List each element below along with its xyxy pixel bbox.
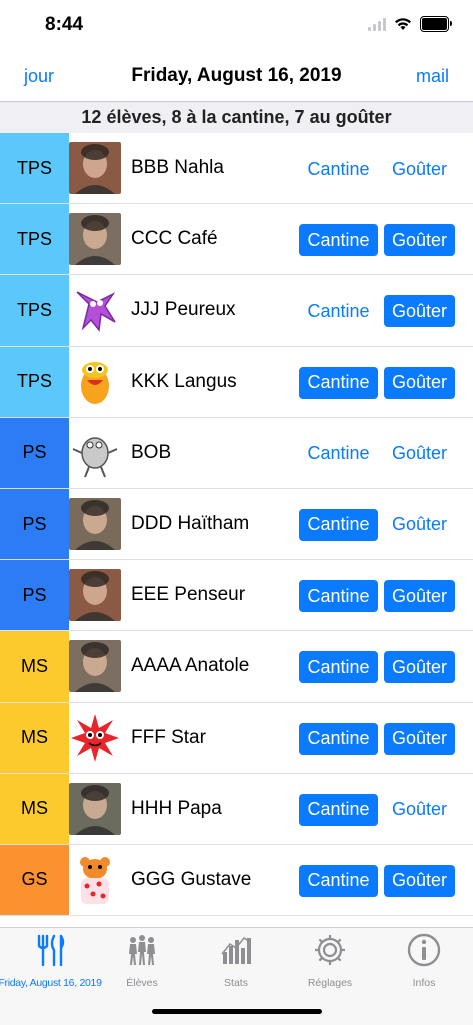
cantine-toggle[interactable]: Cantine: [299, 438, 378, 470]
tab-label: Friday, August 16, 2019: [0, 977, 102, 989]
gouter-toggle[interactable]: Goûter: [384, 438, 455, 470]
student-row[interactable]: PS EEE Penseur Cantine Goûter: [0, 560, 473, 632]
student-row[interactable]: TPS BBB Nahla Cantine Goûter: [0, 133, 473, 205]
level-badge: TPS: [0, 133, 69, 204]
level-badge: MS: [0, 631, 69, 702]
cantine-toggle[interactable]: Cantine: [299, 864, 378, 897]
gear-icon: [312, 932, 348, 973]
photo-icon: [69, 640, 121, 693]
photo-icon: [69, 497, 121, 550]
student-row[interactable]: MS AAAA Anatole Cantine Goûter: [0, 631, 473, 703]
photo-icon: [69, 213, 121, 266]
level-badge: PS: [0, 488, 69, 560]
tab-label: Infos: [412, 977, 436, 989]
student-name: GGG Gustave: [131, 868, 252, 890]
wifi-icon: [395, 18, 411, 30]
level-badge: TPS: [0, 204, 69, 275]
jour-button[interactable]: jour: [24, 66, 54, 87]
orange-monster-icon: [69, 356, 121, 408]
student-name: CCC Café: [131, 228, 218, 250]
photo-icon: [69, 142, 121, 194]
tab-today[interactable]: Friday, August 16, 2019: [0, 932, 102, 990]
tab-label: Réglages: [307, 977, 353, 989]
level-badge: MS: [0, 773, 69, 844]
status-bar: 8:44: [0, 0, 473, 50]
cantine-toggle[interactable]: Cantine: [299, 224, 378, 257]
cantine-toggle[interactable]: Cantine: [299, 153, 378, 185]
fork-knife-icon: [32, 932, 68, 973]
cantine-toggle[interactable]: Cantine: [299, 651, 378, 684]
tab-infos[interactable]: Infos: [377, 932, 471, 990]
gouter-toggle[interactable]: Goûter: [384, 224, 455, 257]
student-name: AAAA Anatole: [131, 655, 250, 677]
gouter-toggle[interactable]: Goûter: [384, 794, 455, 826]
level-badge: MS: [0, 702, 69, 773]
bar-chart-icon: [218, 932, 254, 973]
summary-header: 12 élèves, 8 à la cantine, 7 au goûter: [0, 102, 473, 133]
bear-icon: [69, 854, 121, 906]
status-icons: [368, 16, 452, 32]
photo-icon: [69, 569, 121, 622]
signal-icon: [368, 17, 386, 31]
purple-monster-icon: [69, 284, 121, 336]
level-badge: GS: [0, 844, 69, 916]
student-name: EEE Penseur: [131, 584, 246, 606]
student-name: JJJ Peureux: [131, 299, 236, 321]
student-name: DDD Haïtham: [131, 513, 250, 535]
cantine-toggle[interactable]: Cantine: [299, 295, 378, 327]
student-name: BBB Nahla: [131, 157, 224, 179]
status-time: 8:44: [45, 14, 84, 35]
gouter-toggle[interactable]: Goûter: [384, 153, 455, 185]
tab-label: Stats: [224, 977, 248, 989]
cantine-toggle[interactable]: Cantine: [299, 580, 378, 613]
student-row[interactable]: PS DDD Haïtham Cantine Goûter: [0, 488, 473, 561]
level-badge: TPS: [0, 346, 69, 417]
level-badge: PS: [0, 560, 69, 631]
cantine-toggle[interactable]: Cantine: [299, 508, 378, 541]
student-row[interactable]: PS BOB Cantine Goûter: [0, 417, 473, 489]
info-icon: [406, 932, 442, 973]
student-row[interactable]: MS FFF Star Cantine Goûter: [0, 702, 473, 774]
student-row[interactable]: TPS CCC Café Cantine Goûter: [0, 204, 473, 276]
student-row[interactable]: TPS JJJ Peureux Cantine Goûter: [0, 275, 473, 347]
red-star-icon: [69, 712, 121, 764]
student-name: BOB: [131, 441, 172, 463]
cantine-toggle[interactable]: Cantine: [299, 366, 378, 399]
gouter-toggle[interactable]: Goûter: [384, 722, 455, 755]
student-name: HHH Papa: [131, 797, 222, 819]
home-indicator: [152, 1009, 322, 1014]
tab-label: Élèves: [126, 977, 158, 989]
gouter-toggle[interactable]: Goûter: [384, 651, 455, 684]
gouter-toggle[interactable]: Goûter: [384, 366, 455, 399]
cantine-toggle[interactable]: Cantine: [299, 722, 378, 755]
cantine-toggle[interactable]: Cantine: [299, 793, 378, 826]
level-badge: TPS: [0, 275, 69, 346]
page-title: Friday, August 16, 2019: [131, 65, 342, 86]
level-badge: PS: [0, 417, 69, 488]
student-row[interactable]: GS GGG Gustave Cantine Goûter: [0, 844, 473, 917]
gray-monster-icon: [69, 427, 121, 479]
student-row[interactable]: MS HHH Papa Cantine Goûter: [0, 773, 473, 845]
mail-button[interactable]: mail: [416, 66, 449, 87]
student-name: FFF Star: [131, 726, 206, 748]
people-icon: [124, 932, 160, 973]
student-list[interactable]: TPS BBB Nahla Cantine Goûter TPS CCC Café Cant…: [0, 133, 473, 927]
tab-rglages[interactable]: Réglages: [283, 932, 377, 990]
student-name: KKK Langus: [131, 370, 237, 392]
battery-icon: [420, 16, 452, 32]
tab-lves[interactable]: Élèves: [95, 932, 189, 990]
gouter-toggle[interactable]: Goûter: [384, 580, 455, 613]
student-row[interactable]: TPS KKK Langus Cantine Goûter: [0, 346, 473, 418]
gouter-toggle[interactable]: Goûter: [384, 509, 455, 541]
tab-stats[interactable]: Stats: [189, 932, 283, 990]
gouter-toggle[interactable]: Goûter: [384, 295, 455, 328]
gouter-toggle[interactable]: Goûter: [384, 864, 455, 897]
navigation-bar: jour Friday, August 16, 2019 mail: [0, 50, 473, 102]
photo-icon: [69, 782, 121, 835]
